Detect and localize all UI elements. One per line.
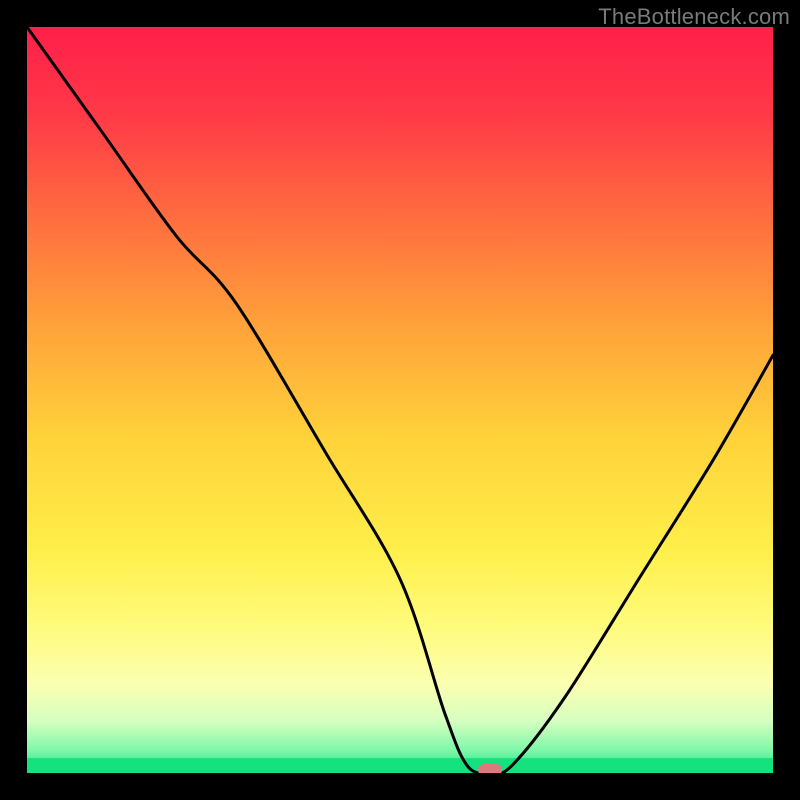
plot-area [27,27,773,773]
chart-frame: TheBottleneck.com [0,0,800,800]
green-band [27,758,773,773]
chart-svg [27,27,773,773]
gradient-background [27,27,773,773]
